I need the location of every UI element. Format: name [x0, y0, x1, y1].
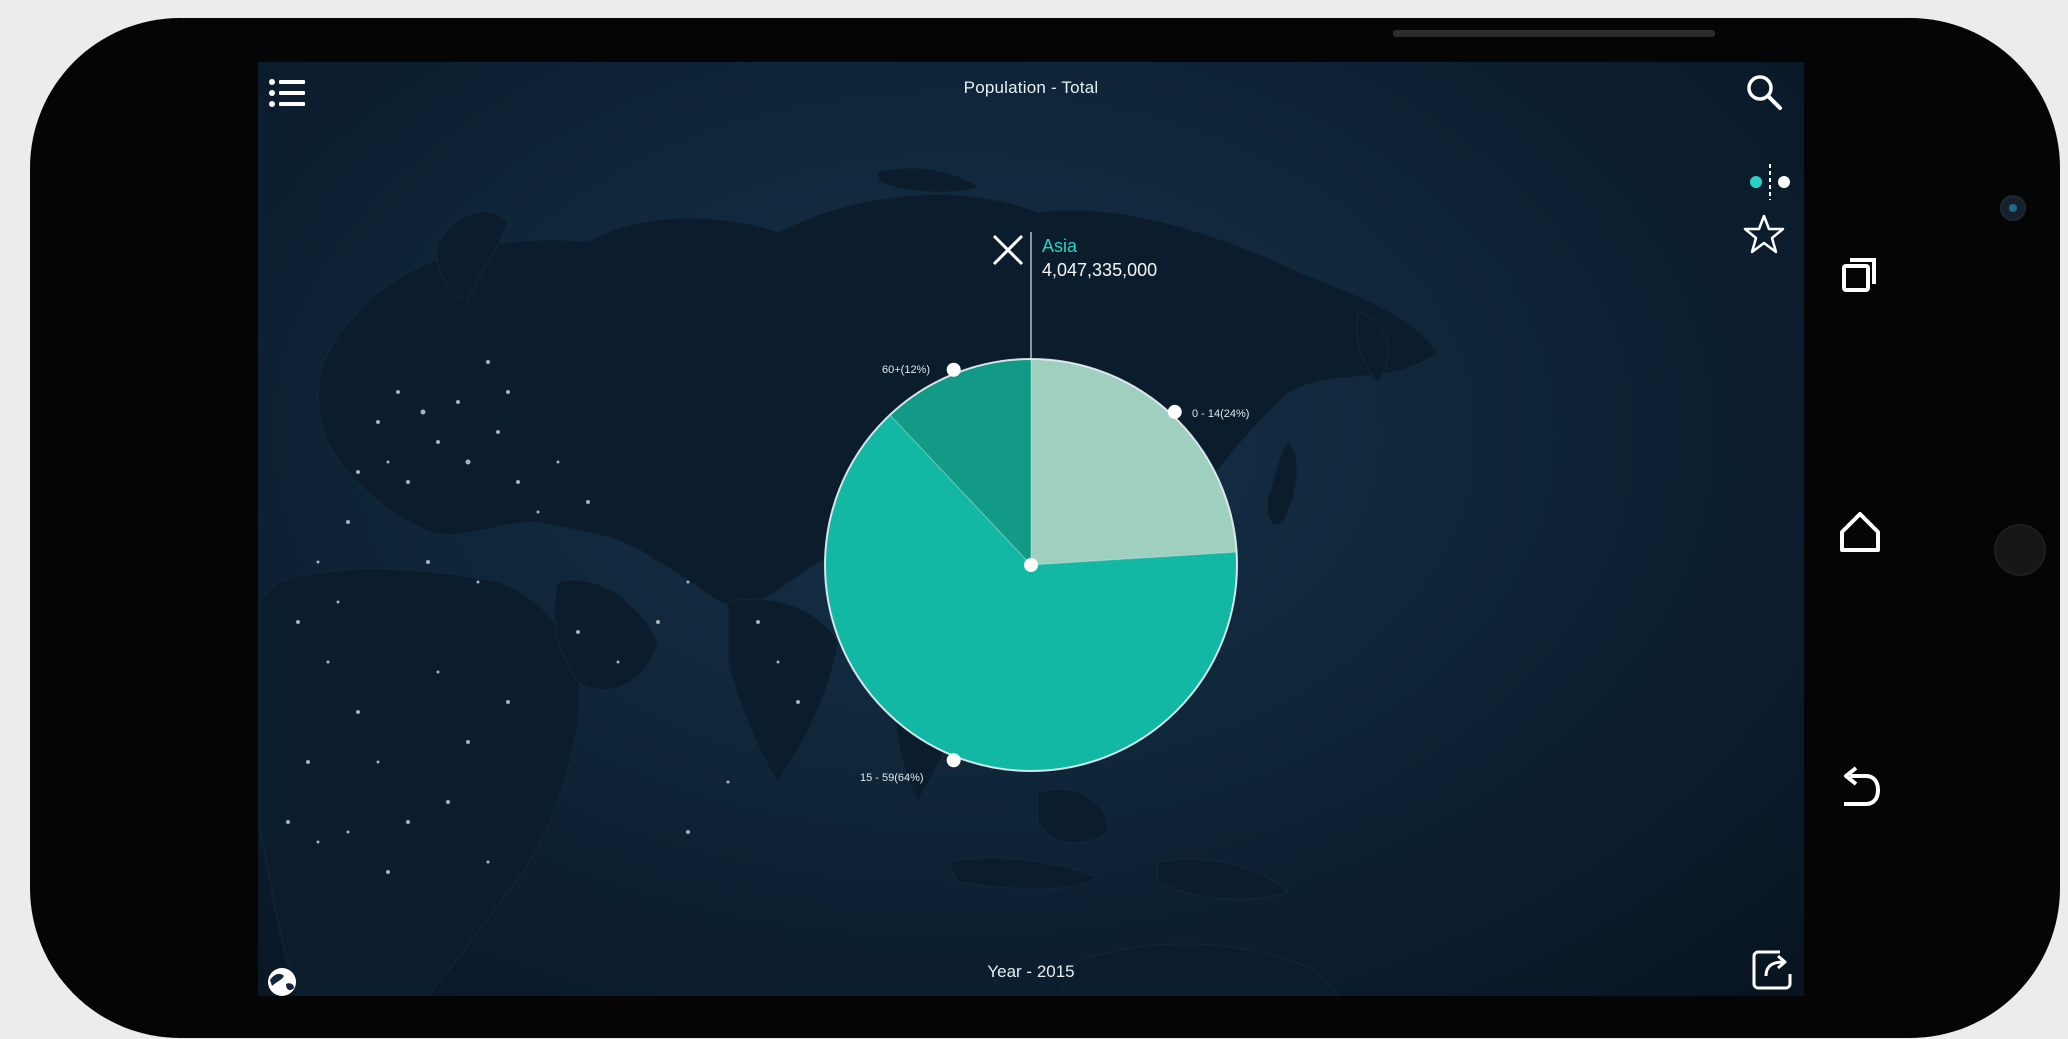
share-icon [1752, 950, 1792, 990]
recents-icon [1842, 258, 1876, 292]
pie-slice-0-14-handle[interactable] [1167, 404, 1182, 419]
year-label: Year - 2015 [987, 962, 1075, 981]
speaker-grille [1994, 524, 2046, 576]
page-title: Population - Total [963, 78, 1099, 97]
share-button[interactable] [1750, 946, 1796, 992]
segment-label-15-59: 15 - 59(64%) [860, 772, 924, 784]
home-button[interactable] [1830, 502, 1890, 562]
segment-label-0-14: 0 - 14(24%) [1192, 408, 1250, 420]
close-button[interactable] [990, 232, 1026, 268]
selected-region-name: Asia [1042, 236, 1078, 256]
app-screen: Population - Total Asia 4,047,335,000 60… [258, 62, 1804, 996]
pie-slice-15-59-handle[interactable] [946, 753, 961, 768]
recent-apps-button[interactable] [1830, 244, 1890, 304]
back-button[interactable] [1830, 760, 1890, 820]
dot-toggle-icon [1750, 164, 1790, 200]
favorite-button[interactable] [1742, 212, 1786, 256]
star-icon [1743, 214, 1785, 254]
android-nav-bar [1804, 62, 1916, 996]
earpiece-strip [1393, 30, 1715, 37]
close-icon [992, 234, 1024, 266]
search-button[interactable] [1742, 70, 1786, 114]
age-pie-chart[interactable] [258, 62, 1804, 996]
home-icon [1840, 512, 1880, 552]
search-icon [1747, 75, 1782, 110]
selected-region-value: 4,047,335,000 [1042, 260, 1158, 280]
pie-center-dot [1024, 558, 1038, 572]
segment-label-60-plus: 60+(12%) [882, 364, 931, 376]
pie-slice-0-14[interactable] [1030, 358, 1238, 566]
back-icon [1844, 766, 1881, 806]
pie-slice-60-plus-handle[interactable] [946, 362, 961, 377]
front-camera [2000, 195, 2026, 221]
view-toggle[interactable] [1746, 162, 1798, 202]
